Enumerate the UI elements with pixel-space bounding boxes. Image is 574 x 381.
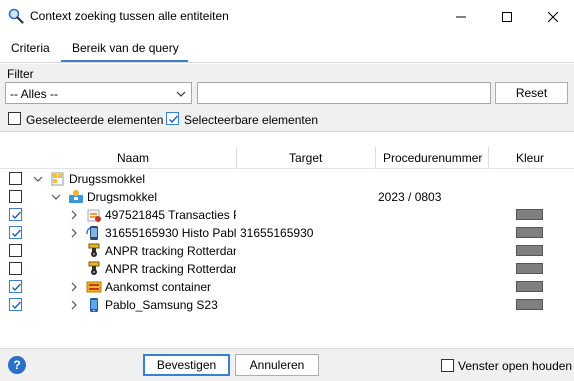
column-separator[interactable] <box>375 147 376 169</box>
row-checkbox[interactable] <box>9 208 22 221</box>
filter-label: Filter <box>7 67 34 81</box>
row-name: 497521845 Transacties Pa <box>105 208 236 222</box>
row-color-swatch[interactable] <box>516 245 543 256</box>
row-procedure-number: 2023 / 0803 <box>378 190 442 204</box>
tab-bar: Criteria Bereik van de query <box>0 33 574 63</box>
maximize-icon <box>502 11 512 22</box>
close-button[interactable] <box>530 0 574 33</box>
window-title: Context zoeking tussen alle entiteiten <box>30 9 229 23</box>
selected-elements-label: Geselecteerde elementen <box>26 113 164 127</box>
checkmark-icon <box>12 211 22 220</box>
selectable-elements-label: Selecteerbare elementen <box>184 113 319 127</box>
keep-window-open-checkbox[interactable] <box>441 359 454 372</box>
row-color-swatch[interactable] <box>516 299 543 310</box>
chevron-down-icon[interactable] <box>50 191 62 203</box>
row-checkbox[interactable] <box>9 172 22 185</box>
reset-button[interactable]: Reset <box>495 82 568 104</box>
row-name: Drugssmokkel <box>69 172 146 186</box>
minimize-icon <box>456 16 466 17</box>
phone-history-icon <box>86 225 102 241</box>
column-header-color[interactable]: Kleur <box>516 151 544 165</box>
tree-row[interactable]: Pablo_Samsung S23 <box>0 296 574 314</box>
close-icon <box>548 11 558 22</box>
smartphone-icon <box>86 297 102 313</box>
row-checkbox[interactable] <box>9 262 22 275</box>
row-color-swatch[interactable] <box>516 227 543 238</box>
checkmark-icon <box>12 301 22 310</box>
transactions-icon <box>86 207 102 223</box>
tree-row[interactable]: 31655165930 Histo Pablo 31655165930 <box>0 224 574 242</box>
selectable-elements-checkbox[interactable] <box>166 112 179 125</box>
anpr-camera-icon <box>86 243 102 259</box>
checkmark-icon <box>12 229 22 238</box>
row-name: Drugsmokkel <box>87 190 158 204</box>
selected-elements-checkbox[interactable] <box>8 112 21 125</box>
row-name: 31655165930 Histo Pablo <box>105 226 236 240</box>
chevron-right-icon[interactable] <box>68 281 80 293</box>
case-icon <box>68 189 84 205</box>
anpr-camera-icon <box>86 261 102 277</box>
row-name: Aankomst container <box>105 280 212 294</box>
row-checkbox[interactable] <box>9 226 22 239</box>
row-target: 31655165930 <box>240 226 314 240</box>
select-value: -- Alles -- <box>10 87 58 101</box>
row-color-swatch[interactable] <box>516 209 543 220</box>
row-checkbox[interactable] <box>9 190 22 203</box>
tree-row[interactable]: ANPR tracking Rotterdan <box>0 242 574 260</box>
keep-window-open-label: Venster open houden <box>458 359 573 373</box>
column-header-procedure[interactable]: Procedurenummer <box>383 151 482 165</box>
tree-row[interactable]: 497521845 Transacties Pa <box>0 206 574 224</box>
confirm-button[interactable]: Bevestigen <box>143 354 230 376</box>
help-button[interactable]: ? <box>8 356 26 374</box>
container-icon <box>86 279 102 295</box>
row-checkbox[interactable] <box>9 280 22 293</box>
search-icon <box>8 8 24 24</box>
row-checkbox[interactable] <box>9 298 22 311</box>
tree-row[interactable]: ANPR tracking Rotterdan <box>0 260 574 278</box>
chevron-right-icon[interactable] <box>68 227 80 239</box>
minimize-button[interactable] <box>438 0 484 33</box>
maximize-button[interactable] <box>484 0 530 33</box>
title-bar: Context zoeking tussen alle entiteiten <box>0 0 574 33</box>
chevron-down-icon[interactable] <box>32 173 44 185</box>
chevron-right-icon[interactable] <box>68 209 80 221</box>
row-checkbox[interactable] <box>9 244 22 257</box>
grid-header: Naam Target Procedurenummer Kleur <box>0 147 574 169</box>
row-name: ANPR tracking Rotterdan <box>105 244 236 258</box>
active-tab-indicator <box>61 60 188 62</box>
row-color-swatch[interactable] <box>516 281 543 292</box>
checkmark-icon <box>169 115 179 124</box>
entity-type-select[interactable]: -- Alles -- <box>5 82 192 104</box>
tab-query-scope[interactable]: Bereik van de query <box>72 41 179 55</box>
tree-row[interactable]: Drugsmokkel 2023 / 0803 <box>0 188 574 206</box>
cancel-button[interactable]: Annuleren <box>235 354 319 376</box>
row-name: Pablo_Samsung S23 <box>105 298 218 312</box>
bottom-bar: ? Bevestigen Annuleren Venster open houd… <box>0 348 574 381</box>
checkmark-icon <box>12 283 22 292</box>
tree-row[interactable]: Aankomst container <box>0 278 574 296</box>
tab-criteria[interactable]: Criteria <box>11 41 50 55</box>
column-separator[interactable] <box>488 147 489 169</box>
column-header-name[interactable]: Naam <box>117 151 149 165</box>
filter-panel: Filter -- Alles -- Reset Geselecteerde e… <box>0 64 574 132</box>
filter-text-input[interactable] <box>197 82 491 104</box>
column-header-target[interactable]: Target <box>289 151 322 165</box>
tree-row[interactable]: Drugssmokkel <box>0 170 574 188</box>
chevron-right-icon[interactable] <box>68 299 80 311</box>
row-color-swatch[interactable] <box>516 263 543 274</box>
chevron-down-icon <box>175 88 187 100</box>
folder-icon <box>50 171 66 187</box>
column-separator[interactable] <box>236 147 237 169</box>
row-name: ANPR tracking Rotterdan <box>105 262 236 276</box>
